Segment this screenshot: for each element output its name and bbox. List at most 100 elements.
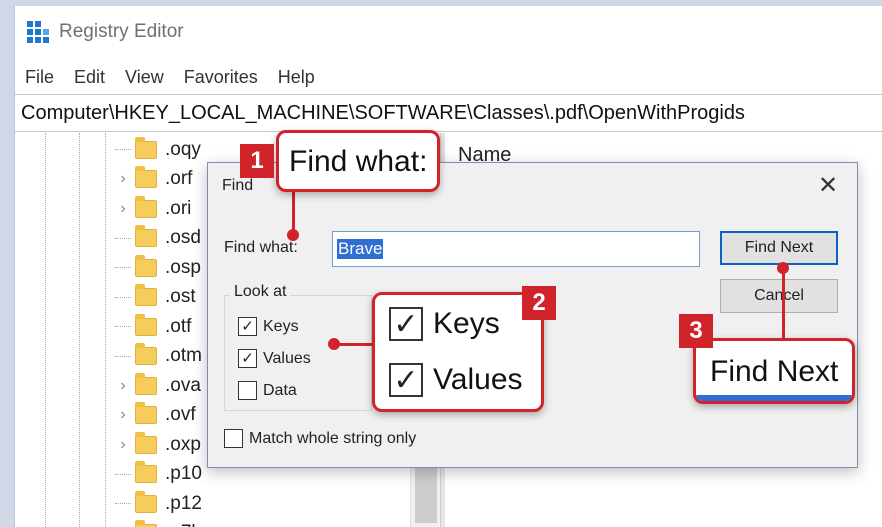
match-whole-checkbox-label: Match whole string only (249, 429, 417, 447)
tree-item[interactable]: .osp (115, 253, 201, 283)
folder-icon (135, 431, 157, 454)
tree-item-label: .ova (165, 374, 201, 396)
callout-2-dot (328, 338, 340, 350)
callout-2-values-check-icon: ✓ (389, 363, 423, 397)
tree-connector (115, 355, 131, 357)
tree-item[interactable]: › .ori (115, 194, 191, 224)
callout-2-values-label: Values (433, 363, 523, 396)
tree-connector (115, 237, 131, 239)
tree-item-label: .ovf (165, 404, 196, 426)
tree-connector (115, 267, 131, 269)
folder-icon (135, 343, 157, 366)
registry-editor-icon (27, 21, 49, 43)
tree-item-label: .otm (165, 345, 202, 367)
values-checkbox-label: Values (263, 349, 311, 367)
tree-item[interactable]: › .ovf (115, 401, 196, 431)
tree-connector (115, 326, 131, 328)
tree-connector (115, 503, 131, 505)
callout-2-connector (334, 343, 374, 346)
find-what-value: Brave (337, 239, 384, 259)
find-what-label: Find what: (224, 239, 298, 256)
tree-item[interactable]: .p12 (115, 489, 202, 519)
find-what-input[interactable]: Brave (332, 231, 700, 267)
tree-item[interactable]: .oqy (115, 135, 201, 165)
tree-item-label: .orf (165, 168, 193, 190)
tree-item[interactable]: .otf (115, 312, 191, 342)
data-checkbox-box (238, 381, 257, 400)
tree-item-label: .osd (165, 227, 201, 249)
tree-item-label: .p12 (165, 492, 202, 514)
tree-item-label: .p10 (165, 463, 202, 485)
tree-item-label: .ost (165, 286, 196, 308)
tree-item[interactable]: .ost (115, 283, 196, 313)
match-whole-checkbox-box (224, 429, 243, 448)
menu-view[interactable]: View (125, 67, 164, 88)
tree-item[interactable]: › .oxp (115, 430, 201, 460)
folder-icon (135, 402, 157, 425)
tree-item[interactable]: .p7b (115, 519, 202, 527)
match-whole-string-checkbox[interactable]: Match whole string only (224, 429, 416, 448)
folder-icon (135, 372, 157, 395)
menu-help[interactable]: Help (278, 67, 315, 88)
folder-icon (135, 461, 157, 484)
callout-2-badge: 2 (522, 286, 556, 320)
chevron-right-icon[interactable]: › (115, 436, 131, 454)
keys-checkbox-label: Keys (263, 317, 299, 335)
folder-icon (135, 254, 157, 277)
tree-item-label: .ori (165, 197, 192, 219)
tree-connector (115, 149, 131, 151)
cancel-button[interactable]: Cancel (720, 279, 838, 313)
find-dialog-title: Find (222, 177, 254, 194)
look-at-label: Look at (230, 283, 291, 301)
address-bar[interactable]: Computer\HKEY_LOCAL_MACHINE\SOFTWARE\Cla… (15, 94, 882, 132)
values-checkbox[interactable]: ✓ Values (238, 349, 311, 368)
keys-checkbox[interactable]: ✓ Keys (238, 317, 299, 336)
data-checkbox[interactable]: Data (238, 381, 297, 400)
close-icon[interactable]: ✕ (813, 171, 843, 201)
callout-2-values-row: ✓ Values (389, 363, 523, 397)
callout-3-text: Find Next (710, 355, 839, 388)
data-checkbox-label: Data (263, 381, 297, 399)
tree-connector (115, 296, 131, 298)
folder-icon (135, 313, 157, 336)
tree-item[interactable]: › .ova (115, 371, 201, 401)
folder-icon (135, 136, 157, 159)
folder-icon (135, 195, 157, 218)
chevron-right-icon[interactable]: › (115, 377, 131, 395)
callout-2-keys-check-icon: ✓ (389, 307, 423, 341)
menu-file[interactable]: File (25, 67, 54, 88)
callout-1-badge: 1 (240, 144, 274, 178)
menu-bar: File Edit View Favorites Help (15, 62, 315, 92)
title-bar: Registry Editor (15, 6, 882, 58)
menu-favorites[interactable]: Favorites (184, 67, 258, 88)
tree-item[interactable]: › .orf (115, 165, 192, 195)
find-next-button[interactable]: Find Next (720, 231, 838, 265)
window-title: Registry Editor (59, 21, 184, 42)
tree-item-label: .p7b (165, 522, 202, 527)
callout-1-text: Find what: (289, 145, 428, 178)
folder-icon (135, 225, 157, 248)
tree-item-label: .osp (165, 256, 201, 278)
values-checkbox-box: ✓ (238, 349, 257, 368)
callout-3-connector (782, 268, 785, 340)
callout-1-dot (287, 229, 299, 241)
callout-find-next: Find Next (693, 338, 855, 404)
folder-icon (135, 166, 157, 189)
tree-item-label: .oxp (165, 433, 201, 455)
folder-icon (135, 284, 157, 307)
chevron-right-icon[interactable]: › (115, 200, 131, 218)
chevron-right-icon[interactable]: › (115, 406, 131, 424)
callout-3-dot (777, 262, 789, 274)
folder-icon (135, 490, 157, 513)
tree-item[interactable]: .otm (115, 342, 202, 372)
address-path: Computer\HKEY_LOCAL_MACHINE\SOFTWARE\Cla… (21, 101, 745, 124)
tree-item-label: .otf (165, 315, 192, 337)
menu-edit[interactable]: Edit (74, 67, 105, 88)
callout-options: ✓ Keys ✓ Values (372, 292, 544, 412)
tree-item[interactable]: .p10 (115, 460, 202, 490)
tree-connector (115, 473, 131, 475)
tree-item[interactable]: .osd (115, 224, 201, 254)
keys-checkbox-box: ✓ (238, 317, 257, 336)
chevron-right-icon[interactable]: › (115, 170, 131, 188)
callout-2-keys-label: Keys (433, 307, 500, 340)
